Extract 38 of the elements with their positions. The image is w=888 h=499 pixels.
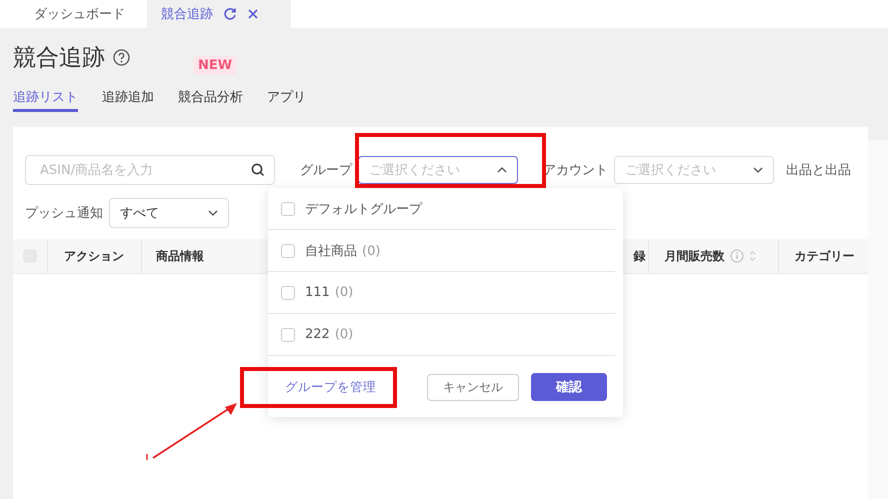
option-label: デフォルトグループ (305, 200, 422, 218)
nav-tab[interactable]: 追跡リスト (13, 86, 78, 112)
column-header: アクション (48, 239, 142, 273)
search-field[interactable]: ASIN/商品名を入力 (25, 155, 275, 185)
column-header: カテゴリー (794, 248, 856, 264)
group-label: グループ (300, 162, 352, 179)
group-option[interactable]: 111 (0) (268, 272, 615, 314)
caret-icon (208, 210, 218, 216)
new-badge: NEW (194, 56, 236, 75)
column-header: 月間販売数 (648, 239, 779, 273)
push-label: プッシュ通知 (25, 205, 103, 222)
refresh-icon[interactable] (223, 7, 237, 21)
group-option[interactable]: 222 (0) (268, 314, 615, 356)
checkbox[interactable] (281, 244, 295, 258)
checkbox[interactable] (281, 328, 295, 342)
confirm-button[interactable]: 確認 (531, 373, 607, 401)
close-icon[interactable] (247, 8, 259, 20)
manage-groups-link[interactable]: グループを管理 (285, 378, 427, 396)
nav-tab[interactable]: アプリ (267, 86, 306, 112)
window-tab[interactable]: 競合追跡 (147, 0, 291, 28)
option-label: 222 (0) (305, 327, 354, 342)
search-icon[interactable] (251, 163, 265, 177)
push-select[interactable]: すべて (109, 198, 229, 228)
page-title: 競合追跡 (13, 44, 105, 72)
sort-icon[interactable] (748, 250, 756, 262)
cancel-button[interactable]: キャンセル (427, 374, 519, 400)
nav-tab[interactable]: 追跡追加 (102, 86, 154, 112)
help-icon[interactable] (113, 48, 130, 66)
info-icon[interactable] (730, 249, 744, 263)
checkbox[interactable] (281, 286, 295, 300)
nav-tab[interactable]: 競合品分析 (178, 86, 243, 112)
caret-icon (497, 167, 507, 173)
listing-label: 出品と出品 (786, 162, 851, 179)
group-option[interactable]: デフォルトグループ (268, 188, 615, 230)
group-option[interactable]: 自社商品 (0) (268, 230, 615, 272)
checkbox[interactable] (281, 202, 295, 216)
option-label: 111 (0) (305, 285, 354, 300)
caret-icon (753, 167, 763, 173)
